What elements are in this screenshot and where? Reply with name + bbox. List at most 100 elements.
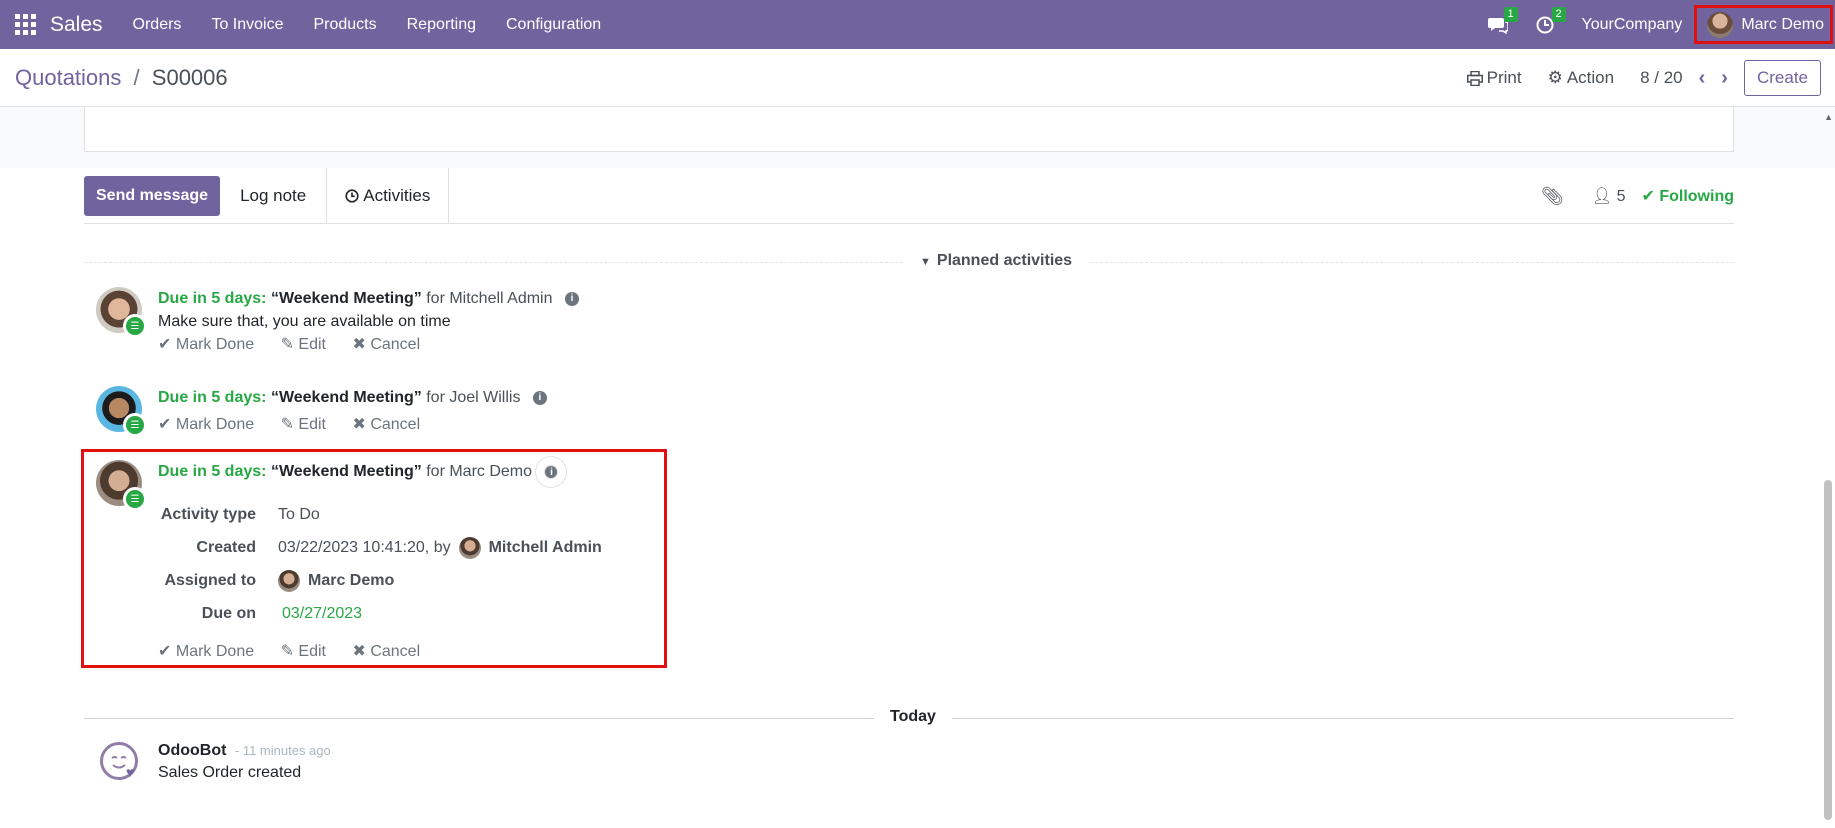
activity-type-icon: ☰ xyxy=(123,314,147,338)
menu-configuration[interactable]: Configuration xyxy=(506,16,601,34)
info-icon[interactable]: i xyxy=(532,390,547,405)
check-icon: ✔ xyxy=(158,416,176,433)
activity-assignee: for Marc Demo xyxy=(426,463,533,480)
followers-button[interactable]: 👤︎ 5 xyxy=(1592,186,1626,206)
user-name: Marc Demo xyxy=(1741,15,1824,33)
close-icon: ✖ xyxy=(352,416,371,433)
breadcrumb-current: S00006 xyxy=(151,64,228,90)
create-button[interactable]: Create xyxy=(1743,60,1821,96)
heart-icon: ♥ xyxy=(126,764,135,780)
send-message-button[interactable]: Send message xyxy=(84,175,221,216)
pager-previous-icon[interactable]: ‹ xyxy=(1699,67,1706,90)
printer-icon xyxy=(1466,70,1483,86)
user-icon: 👤︎ xyxy=(1591,188,1613,205)
created-label: Created xyxy=(196,538,256,556)
messages-icon[interactable]: 1 xyxy=(1487,6,1518,34)
menu-orders[interactable]: Orders xyxy=(133,16,182,34)
scrollbar[interactable]: ▲ xyxy=(1821,110,1835,828)
date-separator: Today xyxy=(84,706,1734,730)
planned-activities-separator[interactable]: ▼ Planned activities xyxy=(84,250,1734,274)
check-icon: ✔ xyxy=(158,643,176,660)
caret-down-icon: ▼ xyxy=(920,256,931,268)
created-value: 03/22/2023 10:41:20, by xyxy=(278,538,451,556)
avatar xyxy=(278,569,300,592)
activity-note: Make sure that, you are available on tim… xyxy=(158,313,451,330)
following-label: Following xyxy=(1659,188,1734,205)
mark-done-button[interactable]: ✔ Mark Done xyxy=(158,416,254,433)
activities-clock-icon[interactable]: 2 xyxy=(1536,6,1566,34)
info-icon[interactable]: i xyxy=(544,464,559,479)
chatter-message: ♥ OdooBot - 11 minutes ago Sales Order c… xyxy=(96,740,896,800)
menu-to-invoice[interactable]: To Invoice xyxy=(211,16,283,34)
print-label: Print xyxy=(1486,68,1522,87)
company-switcher[interactable]: YourCompany xyxy=(1582,16,1683,34)
info-icon[interactable]: i xyxy=(564,291,579,306)
pencil-icon: ✎ xyxy=(280,416,299,433)
check-icon: ✔ xyxy=(158,336,176,353)
avatar: ☰ xyxy=(96,386,147,437)
edit-button[interactable]: ✎ Edit xyxy=(281,643,326,660)
activity-type-label: Activity type xyxy=(160,505,256,523)
edit-button[interactable]: ✎ Edit xyxy=(281,336,326,353)
message-time: - 11 minutes ago xyxy=(234,743,331,758)
due-on-value: 03/27/2023 xyxy=(282,604,363,622)
menu-reporting[interactable]: Reporting xyxy=(407,16,476,34)
avatar xyxy=(1707,11,1734,38)
activity-type-value: To Do xyxy=(278,505,320,523)
scroll-thumb[interactable] xyxy=(1824,480,1832,820)
cancel-button[interactable]: ✖ Cancel xyxy=(352,643,420,660)
form-sheet xyxy=(84,107,1734,152)
activity-item: ☰ Due in 5 days: “Weekend Meeting” for J… xyxy=(96,386,996,446)
cancel-button[interactable]: ✖ Cancel xyxy=(352,336,420,353)
activities-button[interactable]: Activities xyxy=(326,167,450,224)
activity-item: ☰ Due in 5 days: “Weekend Meeting” for M… xyxy=(96,287,996,367)
clock-icon xyxy=(345,188,359,203)
following-button[interactable]: ✔ Following xyxy=(1641,186,1734,206)
activity-type-icon: ☰ xyxy=(123,413,147,437)
scroll-up-icon[interactable]: ▲ xyxy=(1824,112,1833,122)
activity-due: Due in 5 days: xyxy=(158,389,267,406)
activities-badge: 2 xyxy=(1551,6,1566,22)
user-menu[interactable]: Marc Demo xyxy=(1694,5,1833,44)
mark-done-button[interactable]: ✔ Mark Done xyxy=(158,643,254,660)
mark-done-button[interactable]: ✔ Mark Done xyxy=(158,336,254,353)
close-icon: ✖ xyxy=(352,643,371,660)
chatter-topbar: Send message Log note Activities 📎︎ 👤︎ 5… xyxy=(84,167,1734,224)
activity-due: Due in 5 days: xyxy=(158,463,267,480)
activity-assignee: for Joel Willis xyxy=(426,389,521,406)
pencil-icon: ✎ xyxy=(280,643,299,660)
followers-count: 5 xyxy=(1616,188,1626,205)
breadcrumb: Quotations / S00006 xyxy=(15,65,228,91)
messages-badge: 1 xyxy=(1503,6,1518,22)
gear-icon: ⚙ xyxy=(1547,68,1563,87)
assigned-to-label: Assigned to xyxy=(164,571,256,589)
menu-products[interactable]: Products xyxy=(313,16,376,34)
assigned-to-value: Marc Demo xyxy=(308,571,395,589)
action-button[interactable]: ⚙ Action xyxy=(1548,68,1615,88)
activity-item-expanded: ☰ Due in 5 days: “Weekend Meeting” for M… xyxy=(96,460,996,665)
print-button[interactable]: Print xyxy=(1466,68,1522,88)
activity-due: Due in 5 days: xyxy=(158,290,267,307)
activity-assignee: for Mitchell Admin xyxy=(426,290,553,307)
avatar: ☰ xyxy=(96,460,147,511)
message-text: Sales Order created xyxy=(158,764,302,781)
breadcrumb-separator: / xyxy=(133,64,140,90)
action-label: Action xyxy=(1566,68,1615,87)
log-note-button[interactable]: Log note xyxy=(220,168,326,224)
activities-label: Activities xyxy=(363,185,431,205)
pager-value[interactable]: 8 / 20 xyxy=(1640,68,1683,88)
activity-summary: “Weekend Meeting” xyxy=(270,463,422,480)
app-brand[interactable]: Sales xyxy=(50,13,103,37)
planned-activities-label: Planned activities xyxy=(936,252,1073,269)
close-icon: ✖ xyxy=(352,336,371,353)
breadcrumb-quotations[interactable]: Quotations xyxy=(15,65,121,90)
message-author[interactable]: OdooBot xyxy=(158,742,226,759)
attachment-icon[interactable]: 📎︎ xyxy=(1541,186,1564,207)
pager-next-icon[interactable]: › xyxy=(1721,67,1728,90)
check-icon: ✔ xyxy=(1641,188,1655,205)
cancel-button[interactable]: ✖ Cancel xyxy=(352,416,420,433)
avatar xyxy=(458,536,481,559)
activity-summary: “Weekend Meeting” xyxy=(270,290,422,307)
edit-button[interactable]: ✎ Edit xyxy=(281,416,326,433)
apps-menu-icon[interactable] xyxy=(0,0,50,49)
